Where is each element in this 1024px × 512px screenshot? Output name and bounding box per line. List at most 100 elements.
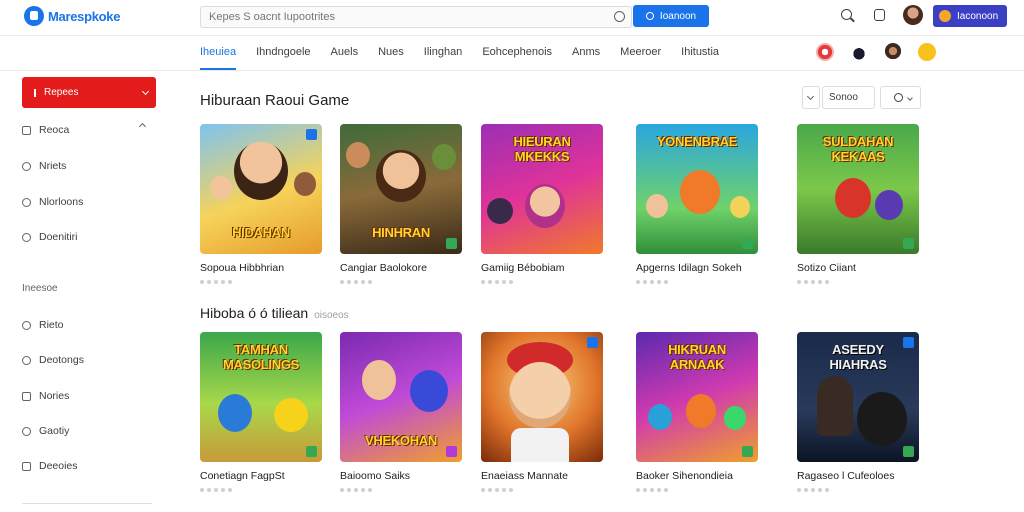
- nav-tabs: Iheuiea Ihndngoele Auels Nues Ilinghan E…: [200, 44, 739, 70]
- sidebar-item-label: Nories: [39, 390, 70, 402]
- tab-6[interactable]: Anms: [572, 44, 600, 70]
- top-bar: Marespkoke Ioanoon Iaconoon: [0, 0, 1024, 36]
- notification-icon[interactable]: [874, 9, 885, 21]
- tag-icon: [22, 320, 31, 330]
- game-thumbnail[interactable]: SULDAHAN KEKAAS: [797, 124, 919, 254]
- chevron-down-icon: [141, 87, 150, 96]
- game-card[interactable]: HINHRAN Cangiar Baolokore: [340, 124, 462, 284]
- sidebar-section-item-4[interactable]: Deeoies: [22, 458, 78, 474]
- sidebar-section-item-1[interactable]: Deotongs: [22, 352, 84, 368]
- search-icon: [645, 12, 654, 20]
- tab-7[interactable]: Meeroer: [620, 44, 661, 70]
- grid-search-button[interactable]: [880, 86, 921, 109]
- chevron-up-icon[interactable]: [138, 122, 147, 131]
- account-button-label: Iaconoon: [957, 10, 999, 22]
- game-card[interactable]: HIKRUAN ARNAAK Baoker Sihenondieia: [636, 332, 758, 492]
- game-title[interactable]: Cangiar Baolokore: [340, 262, 462, 274]
- tab-5[interactable]: Eohcephenois: [482, 44, 552, 70]
- search-icon[interactable]: [841, 9, 852, 20]
- bookmark-icon[interactable]: [306, 129, 317, 140]
- filter-dropdown[interactable]: [802, 86, 820, 109]
- section-title-text: Hiboba ó ó tiliean: [200, 305, 309, 321]
- play-icon[interactable]: [903, 446, 914, 457]
- tab-4[interactable]: Ilinghan: [424, 44, 463, 70]
- game-card[interactable]: VHEKOHAN Baioomo Saiks: [340, 332, 462, 492]
- game-thumbnail[interactable]: HINHRAN: [340, 124, 462, 254]
- sort-button[interactable]: Sonoo: [822, 86, 875, 109]
- tab-1[interactable]: Ihndngoele: [256, 44, 310, 70]
- user-icon[interactable]: [884, 43, 902, 61]
- drop-icon[interactable]: [850, 43, 868, 61]
- game-card[interactable]: SULDAHAN KEKAAS Sotizo Ciiant: [797, 124, 919, 284]
- game-card[interactable]: ASEEDY HIAHRAS Ragaseo l Cufeoloes: [797, 332, 919, 492]
- search-button[interactable]: Ioanoon: [633, 5, 709, 27]
- tab-3[interactable]: Nues: [378, 44, 404, 70]
- play-icon[interactable]: [742, 446, 753, 457]
- play-icon[interactable]: [742, 238, 753, 249]
- play-icon[interactable]: [446, 446, 457, 457]
- sidebar-section-item-0[interactable]: Rieto: [22, 317, 64, 333]
- search-input[interactable]: [201, 7, 601, 27]
- account-button[interactable]: Iaconoon: [933, 5, 1007, 27]
- game-thumbnail[interactable]: [481, 332, 603, 462]
- thumbnail-art-text: HIEURAN MKEKKS: [513, 134, 571, 164]
- tab-2[interactable]: Auels: [331, 44, 359, 70]
- game-title[interactable]: Sopoua Hibbhrian: [200, 262, 322, 274]
- rating-dots: [340, 280, 462, 284]
- game-card[interactable]: Enaeiass Mannate: [481, 332, 603, 492]
- tag-icon: [22, 197, 31, 207]
- thumbnail-art-text: VHEKOHAN: [365, 433, 437, 448]
- search-icon: [894, 93, 903, 102]
- tag-icon: [22, 426, 31, 436]
- game-thumbnail[interactable]: YONENBRAE: [636, 124, 758, 254]
- game-thumbnail[interactable]: VHEKOHAN: [340, 332, 462, 462]
- game-title[interactable]: Baioomo Saiks: [340, 470, 462, 482]
- thumbnail-art-text: ASEEDY HIAHRAS: [829, 342, 887, 372]
- game-title[interactable]: Ragaseo l Cufeoloes: [797, 470, 919, 482]
- sidebar-section-item-2[interactable]: Nories: [22, 388, 69, 404]
- sidebar-item-1[interactable]: Nriets: [22, 158, 66, 174]
- sidebar-item-0[interactable]: Reoca: [22, 122, 69, 138]
- game-card[interactable]: HIDAHAN Sopoua Hibbhrian: [200, 124, 322, 284]
- sidebar-item-3[interactable]: Doenitiri: [22, 229, 78, 245]
- logo[interactable]: Marespkoke: [24, 6, 120, 26]
- game-thumbnail[interactable]: TAMHAN MASOLINGS: [200, 332, 322, 462]
- bookmark-icon[interactable]: [587, 337, 598, 348]
- game-card[interactable]: HIEURAN MKEKKS Gamiig Bébobiam: [481, 124, 603, 284]
- game-card[interactable]: YONENBRAE Apgerns Idilagn Sokeh: [636, 124, 758, 284]
- play-icon[interactable]: [306, 446, 317, 457]
- search-button-label: Ioanoon: [659, 10, 697, 22]
- bookmark-icon[interactable]: [903, 337, 914, 348]
- game-thumbnail[interactable]: HIEURAN MKEKKS: [481, 124, 603, 254]
- tab-0[interactable]: Iheuiea: [200, 44, 237, 70]
- coin-icon[interactable]: [918, 43, 936, 61]
- game-thumbnail[interactable]: HIKRUAN ARNAAK: [636, 332, 758, 462]
- play-icon[interactable]: [903, 238, 914, 249]
- game-title[interactable]: Baoker Sihenondieia: [636, 470, 758, 482]
- game-card[interactable]: TAMHAN MASOLINGS Conetiagn FagpSt: [200, 332, 322, 492]
- sidebar-item-label: Reoca: [39, 124, 70, 136]
- game-title[interactable]: Gamiig Bébobiam: [481, 262, 603, 274]
- tab-8[interactable]: Ihitustia: [681, 44, 719, 70]
- avatar[interactable]: [903, 5, 923, 25]
- game-title[interactable]: Enaeiass Mannate: [481, 470, 603, 482]
- game-title[interactable]: Conetiagn FagpSt: [200, 470, 322, 482]
- search-clear-icon[interactable]: [614, 11, 625, 22]
- game-title[interactable]: Apgerns Idilagn Sokeh: [636, 262, 758, 274]
- sidebar-section-item-3[interactable]: Gaotiy: [22, 423, 69, 439]
- sidebar-primary-button[interactable]: Repees: [22, 77, 156, 108]
- sidebar-item-label: Nlorloons: [39, 196, 84, 208]
- sidebar-item-label: Rieto: [39, 319, 64, 331]
- rating-dots: [200, 488, 322, 492]
- sidebar-primary-label: Repees: [44, 87, 79, 98]
- game-thumbnail[interactable]: ASEEDY HIAHRAS: [797, 332, 919, 462]
- chevron-down-icon: [907, 95, 913, 101]
- sidebar-item-2[interactable]: Nlorloons: [22, 194, 83, 210]
- alert-icon[interactable]: [816, 43, 834, 61]
- sort-label: Sonoo: [829, 92, 858, 103]
- game-title[interactable]: Sotizo Ciiant: [797, 262, 919, 274]
- doc-icon: [22, 461, 31, 471]
- account-icon: [939, 10, 951, 22]
- game-thumbnail[interactable]: HIDAHAN: [200, 124, 322, 254]
- play-icon[interactable]: [446, 238, 457, 249]
